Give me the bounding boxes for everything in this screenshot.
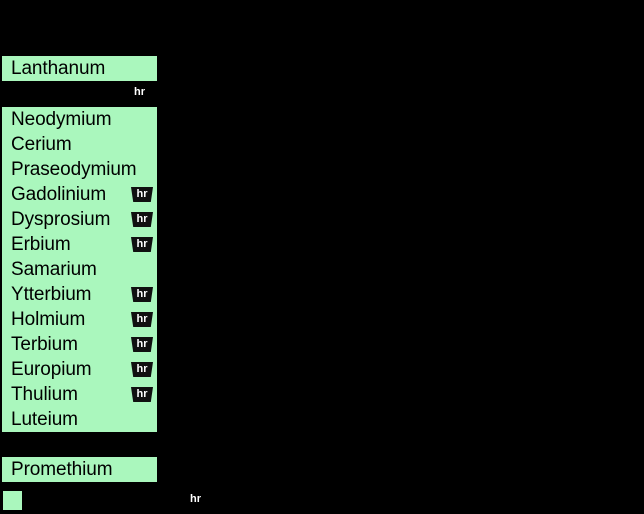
bar-label: Neodymium bbox=[11, 109, 112, 130]
bar-row[interactable]: Samarium bbox=[2, 257, 157, 282]
hr-badge: hr bbox=[131, 362, 153, 377]
bar-row[interactable]: Ytterbium hr bbox=[2, 282, 157, 307]
bar-row[interactable]: Gadolinium hr bbox=[2, 182, 157, 207]
hr-badge: hr bbox=[131, 287, 153, 302]
bar-label: Cerium bbox=[11, 134, 72, 155]
hr-float-label: hr bbox=[134, 86, 145, 98]
bar-row[interactable]: Neodymium bbox=[2, 107, 157, 132]
bar-label: Lanthanum bbox=[11, 58, 106, 79]
hr-badge: hr bbox=[131, 337, 153, 352]
hr-badge: hr bbox=[131, 387, 153, 402]
hr-badge-label: hr bbox=[136, 363, 148, 375]
bar-label: Promethium bbox=[11, 459, 113, 480]
bar-label: Terbium bbox=[11, 334, 78, 355]
hr-badge: hr bbox=[131, 187, 153, 202]
hr-badge-label: hr bbox=[136, 213, 148, 225]
bar-row[interactable]: Luteium bbox=[2, 407, 157, 432]
bar-label: Dysprosium bbox=[11, 209, 111, 230]
legend-hr-label: hr bbox=[190, 493, 201, 505]
hr-badge-label: hr bbox=[136, 288, 148, 300]
bar-label: Holmium bbox=[11, 309, 86, 330]
bar-label: Europium bbox=[11, 359, 92, 380]
bar-row[interactable]: Praseodymium bbox=[2, 157, 157, 182]
bar-label: Praseodymium bbox=[11, 159, 137, 180]
hr-badge-label: hr bbox=[136, 338, 148, 350]
bar-row[interactable]: Terbium hr bbox=[2, 332, 157, 357]
hr-badge-label: hr bbox=[136, 238, 148, 250]
hr-badge: hr bbox=[131, 212, 153, 227]
hr-badge: hr bbox=[131, 237, 153, 252]
bar-label: Erbium bbox=[11, 234, 71, 255]
bar-label: Ytterbium bbox=[11, 284, 92, 305]
bar-row[interactable]: Erbium hr bbox=[2, 232, 157, 257]
hr-badge-label: hr bbox=[136, 313, 148, 325]
bar-row[interactable]: Cerium bbox=[2, 132, 157, 157]
bar-row[interactable]: Promethium bbox=[2, 457, 157, 482]
bar-row[interactable]: Holmium hr bbox=[2, 307, 157, 332]
hr-badge-label: hr bbox=[136, 388, 148, 400]
bar-label: Gadolinium bbox=[11, 184, 107, 205]
bar-label: Thulium bbox=[11, 384, 78, 405]
chart-legend: hr bbox=[0, 488, 644, 514]
hr-badge: hr bbox=[131, 312, 153, 327]
hr-badge-label: hr bbox=[136, 188, 148, 200]
bar-label: Luteium bbox=[11, 409, 78, 430]
legend-color-swatch bbox=[3, 491, 22, 510]
bar-label: Samarium bbox=[11, 259, 97, 280]
bar-row[interactable]: Lanthanum bbox=[2, 56, 157, 81]
bar-row[interactable]: Dysprosium hr bbox=[2, 207, 157, 232]
bar-row[interactable]: Europium hr bbox=[2, 357, 157, 382]
bar-row[interactable]: Thulium hr bbox=[2, 382, 157, 407]
bar-chart: Lanthanum Neodymium Cerium Praseodymium Gado… bbox=[0, 0, 644, 514]
